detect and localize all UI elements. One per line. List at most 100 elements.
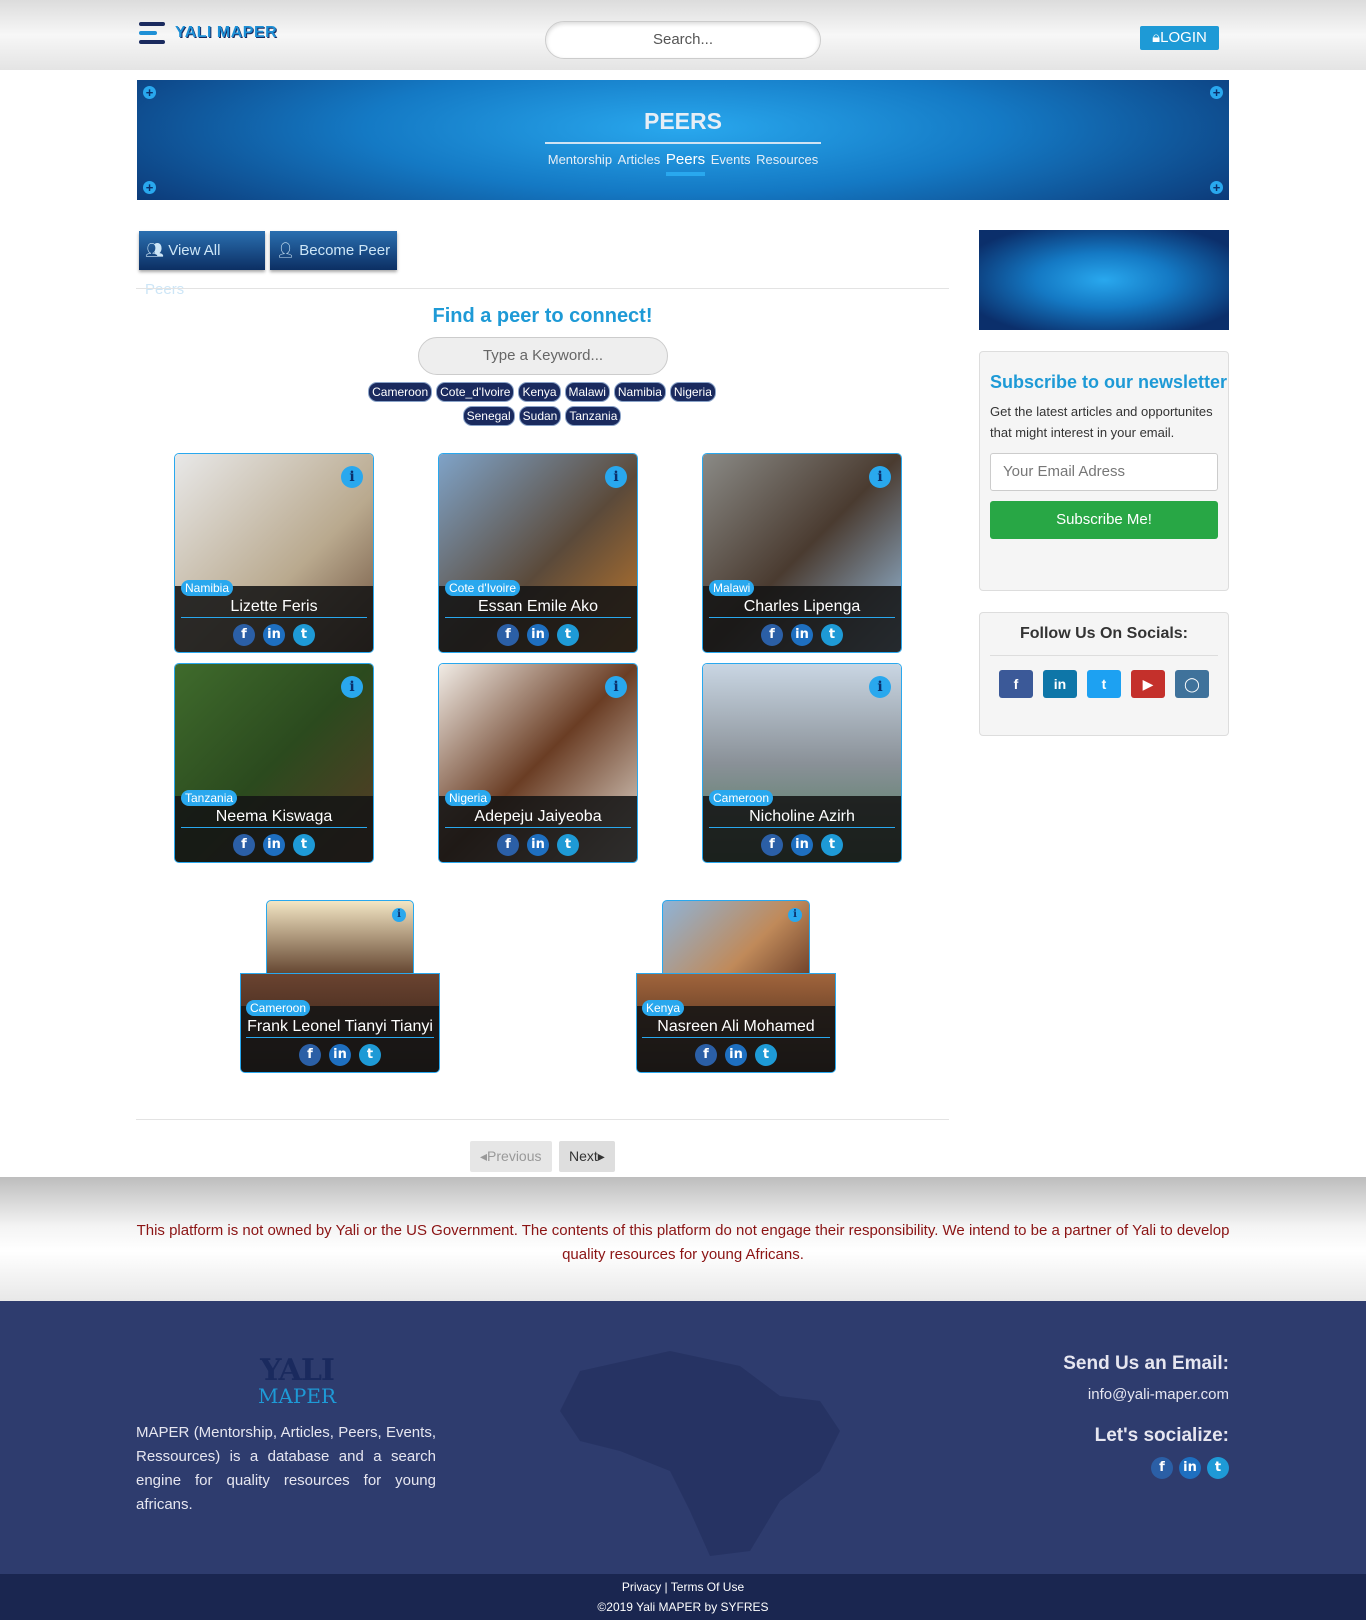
become-peer-button[interactable]: 👤︎ Become Peer [270, 231, 397, 270]
nav-events[interactable]: Events [711, 152, 751, 167]
peer-card[interactable]: i Namibia Lizette Feris f in t [174, 453, 374, 653]
peer-card[interactable]: i Cote d'Ivoire Essan Emile Ako f in t [438, 453, 638, 653]
info-icon[interactable]: i [869, 676, 891, 698]
linkedin-icon[interactable]: in [527, 624, 549, 646]
linkedin-icon[interactable]: in [1179, 1457, 1201, 1479]
menu-icon[interactable] [139, 22, 165, 44]
facebook-icon[interactable]: f [233, 624, 255, 646]
linkedin-icon[interactable]: in [263, 834, 285, 856]
info-icon[interactable]: i [605, 676, 627, 698]
linkedin-icon[interactable]: in [1043, 670, 1077, 698]
linkedin-icon[interactable]: in [791, 834, 813, 856]
twitter-icon[interactable]: t [293, 834, 315, 856]
disclaimer-section: This platform is not owned by Yali or th… [0, 1177, 1366, 1301]
info-icon[interactable]: i [341, 466, 363, 488]
peer-name: Essan Emile Ako [477, 598, 599, 615]
country-badge: Nigeria [445, 790, 492, 806]
linkedin-icon[interactable]: in [527, 834, 549, 856]
facebook-icon[interactable]: f [1151, 1457, 1173, 1479]
linkedin-icon[interactable]: in [725, 1044, 747, 1066]
tag-kenya[interactable]: Kenya [518, 382, 561, 402]
facebook-icon[interactable]: f [695, 1044, 717, 1066]
facebook-icon[interactable]: f [999, 670, 1033, 698]
name-underline [709, 617, 895, 618]
peer-socials: f in t [240, 1044, 440, 1066]
twitter-icon[interactable]: t [1087, 670, 1121, 698]
logo-text: YALI MAPER [175, 24, 278, 41]
email-link[interactable]: info@yali-maper.com [1088, 1386, 1229, 1403]
nav-resources[interactable]: Resources [756, 152, 818, 167]
previous-button[interactable]: ◂Previous [470, 1141, 552, 1172]
info-icon[interactable]: i [392, 908, 406, 922]
plus-icon: + [1210, 86, 1223, 99]
peer-card[interactable]: i Malawi Charles Lipenga f in t [702, 453, 902, 653]
tag-senegal[interactable]: Senegal [462, 406, 515, 426]
title-divider [545, 142, 821, 144]
instagram-icon[interactable]: ◯ [1175, 670, 1209, 698]
users-icon: 👥︎ [145, 242, 165, 259]
twitter-icon[interactable]: t [755, 1044, 777, 1066]
facebook-icon[interactable]: f [497, 624, 519, 646]
info-icon[interactable]: i [869, 466, 891, 488]
twitter-icon[interactable]: t [557, 834, 579, 856]
twitter-icon[interactable]: t [359, 1044, 381, 1066]
youtube-icon[interactable]: ▶ [1131, 670, 1165, 698]
info-icon[interactable]: i [605, 466, 627, 488]
lock-icon: 🔒︎ [1152, 29, 1161, 46]
search-input[interactable]: Search... [545, 21, 821, 59]
peer-socials: f in t [636, 1044, 836, 1066]
nav-mentorship[interactable]: Mentorship [548, 152, 612, 167]
info-icon[interactable]: i [341, 676, 363, 698]
nav-articles[interactable]: Articles [618, 152, 661, 167]
country-badge: Cote d'Ivoire [445, 580, 520, 596]
linkedin-icon[interactable]: in [791, 624, 813, 646]
peer-socials: f in t [703, 834, 901, 856]
email-field[interactable]: Your Email Adress [990, 453, 1218, 491]
tag-cameroon[interactable]: Cameroon [368, 382, 433, 402]
peer-socials: f in t [175, 834, 373, 856]
peer-socials: f in t [175, 624, 373, 646]
tag-namibia[interactable]: Namibia [613, 382, 666, 402]
next-button[interactable]: Next▸ [559, 1141, 615, 1172]
tag-sudan[interactable]: Sudan [518, 406, 562, 426]
view-all-peers-button[interactable]: 👥︎ View All Peers [139, 231, 265, 298]
become-label: Become Peer [299, 242, 391, 259]
peer-card[interactable]: i Tanzania Neema Kiswaga f in t [174, 663, 374, 863]
login-label: LOGIN [1160, 29, 1207, 46]
keyword-input[interactable]: Type a Keyword... [418, 337, 668, 375]
linkedin-icon[interactable]: in [263, 624, 285, 646]
facebook-icon[interactable]: f [299, 1044, 321, 1066]
facebook-icon[interactable]: f [497, 834, 519, 856]
linkedin-icon[interactable]: in [329, 1044, 351, 1066]
facebook-icon[interactable]: f [233, 834, 255, 856]
peer-card[interactable]: i Kenya Nasreen Ali Mohamed f in t [636, 900, 836, 1073]
previous-label: Previous [487, 1148, 542, 1164]
tag-nigeria[interactable]: Nigeria [669, 382, 716, 402]
newsletter-title: Subscribe to our newsletter [990, 372, 1228, 392]
twitter-icon[interactable]: t [1207, 1457, 1229, 1479]
info-icon[interactable]: i [788, 908, 802, 922]
tag-malawi[interactable]: Malawi [564, 382, 610, 402]
divider [136, 1119, 949, 1120]
login-button[interactable]: 🔒︎LOGIN [1140, 26, 1219, 50]
user-plus-icon: 👤︎ [276, 242, 296, 259]
facebook-icon[interactable]: f [761, 624, 783, 646]
peer-card[interactable]: i Cameroon Nicholine Azirh f in t [702, 663, 902, 863]
subscribe-button[interactable]: Subscribe Me! [990, 501, 1218, 539]
site-logo[interactable]: YALI MAPER [139, 22, 277, 44]
facebook-icon[interactable]: f [761, 834, 783, 856]
twitter-icon[interactable]: t [293, 624, 315, 646]
twitter-icon[interactable]: t [821, 834, 843, 856]
footer-logo-top: YALI [260, 1353, 335, 1388]
tag-tanzania[interactable]: Tanzania [565, 406, 622, 426]
nav-peers[interactable]: Peers [666, 151, 705, 168]
twitter-icon[interactable]: t [557, 624, 579, 646]
tag-cote-divoire[interactable]: Cote_d'Ivoire [436, 382, 515, 402]
peer-card[interactable]: i Cameroon Frank Leonel Tianyi Tianyi f … [240, 900, 440, 1073]
footer-links[interactable]: Privacy | Terms Of Use [0, 1580, 1366, 1594]
peer-card[interactable]: i Nigeria Adepeju Jaiyeoba f in t [438, 663, 638, 863]
twitter-icon[interactable]: t [821, 624, 843, 646]
plus-icon: + [1210, 181, 1223, 194]
peer-name: Nicholine Azirh [749, 808, 855, 825]
copyright: ©2019 Yali MAPER by SYFRES [597, 1600, 769, 1614]
